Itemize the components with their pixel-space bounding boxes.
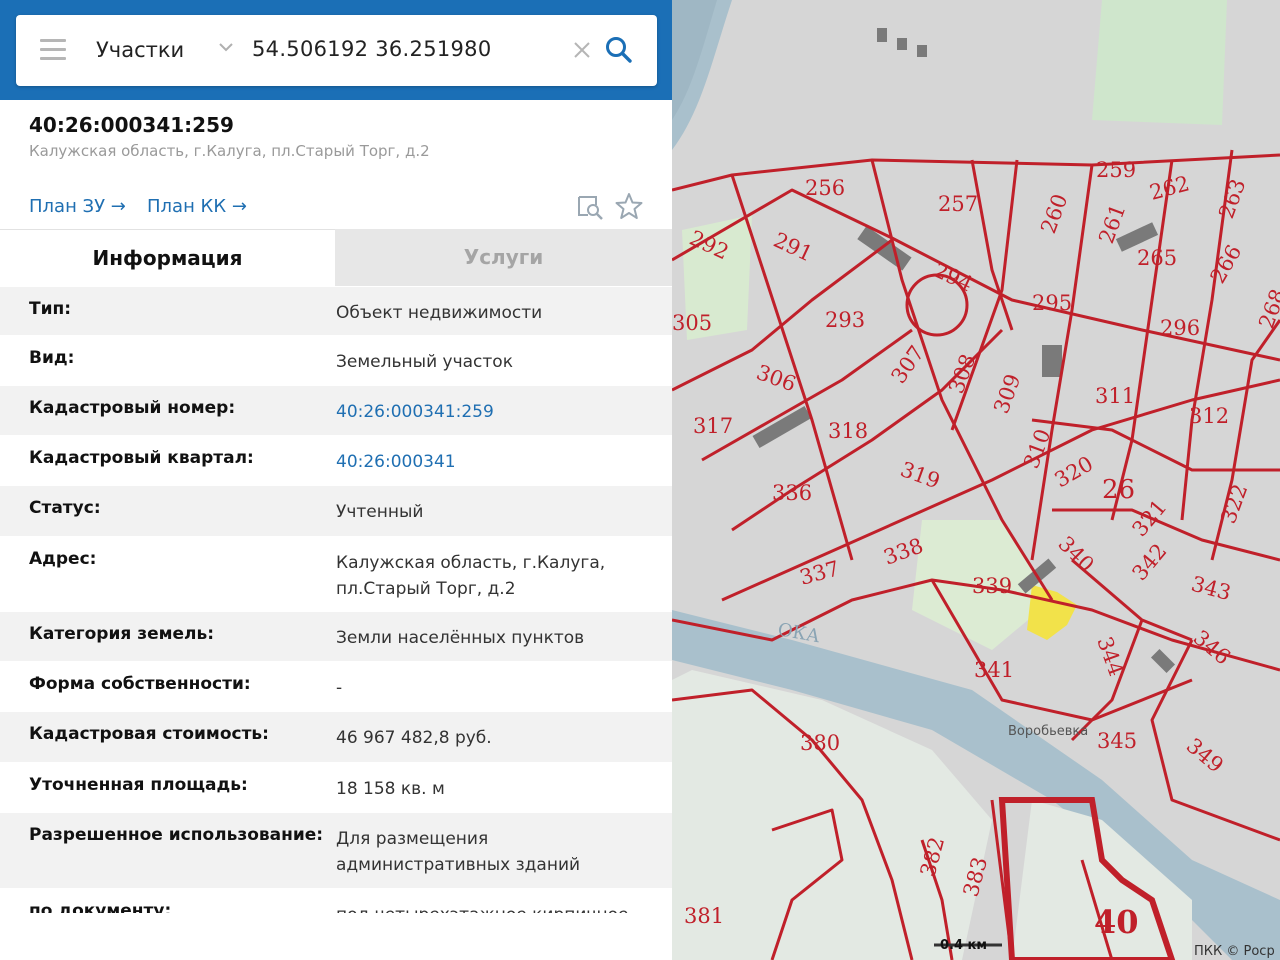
- plot-label[interactable]: 265: [1137, 246, 1177, 270]
- plot-label[interactable]: 345: [1097, 729, 1137, 753]
- row-value: Учтенный: [336, 502, 424, 522]
- row-value: 46 967 482,8 руб.: [336, 728, 492, 748]
- row-value: Земли населённых пунктов: [336, 628, 585, 648]
- row-label: Категория земель:: [29, 624, 215, 644]
- table-row: Разрешенное использование: Для размещения…: [0, 812, 672, 888]
- plot-label[interactable]: 257: [938, 192, 978, 216]
- cadastral-number-title: 40:26:000341:259: [29, 113, 234, 137]
- row-label: Форма собственности:: [29, 674, 251, 694]
- table-row: Кадастровая стоимость: 46 967 482,8 руб.: [0, 711, 672, 762]
- scale-label: 0.4 км: [940, 938, 987, 953]
- table-row: Форма собственности: -: [0, 661, 672, 711]
- row-value: Для размещения административных зданий: [336, 829, 581, 875]
- table-row: по документу: под четырехэтажное кирпично…: [0, 888, 672, 913]
- plot-label[interactable]: 380: [800, 731, 840, 755]
- attribute-table: Тип: Объект недвижимости Вид: Земельный уч…: [0, 286, 672, 913]
- table-row: Вид: Земельный участок: [0, 335, 672, 385]
- row-value: Калужская область, г.Калуга, пл.Старый Т…: [336, 553, 606, 599]
- object-address: Калужская область, г.Калуга, пл.Старый Т…: [29, 142, 430, 160]
- plot-label[interactable]: 341: [974, 658, 1014, 682]
- district-label: Воробьевка: [1008, 724, 1088, 739]
- row-label: Вид:: [29, 348, 75, 368]
- row-label: Кадастровый номер:: [29, 398, 236, 418]
- plot-label[interactable]: 318: [828, 419, 868, 443]
- cadastral-map[interactable]: 256 257 259 262 263 292 291 294 260 261 …: [672, 0, 1280, 960]
- table-row: Кадастровый квартал: 40:26:000341: [0, 435, 672, 485]
- table-row: Уточненная площадь: 18 158 кв. м: [0, 762, 672, 812]
- row-label: Уточненная площадь:: [29, 775, 248, 795]
- row-label: Разрешенное использование:: [29, 825, 324, 845]
- plot-label[interactable]: 295: [1032, 291, 1072, 315]
- plot-label[interactable]: 312: [1189, 404, 1229, 428]
- plot-label[interactable]: 293: [825, 308, 865, 332]
- row-value: Объект недвижимости: [336, 303, 543, 323]
- find-on-map-icon[interactable]: [576, 193, 604, 221]
- plot-label[interactable]: 311: [1095, 384, 1135, 408]
- chevron-down-icon[interactable]: [216, 37, 236, 57]
- hamburger-icon[interactable]: [40, 39, 66, 61]
- plot-label[interactable]: 381: [684, 904, 724, 928]
- table-row: Адрес: Калужская область, г.Калуга, пл.Ст…: [0, 536, 672, 611]
- tab-information[interactable]: Информация: [0, 229, 335, 287]
- search-input[interactable]: 54.506192 36.251980: [252, 37, 492, 61]
- plot-label[interactable]: 339: [972, 574, 1012, 598]
- plan-zu-link[interactable]: План ЗУ →: [29, 196, 126, 217]
- table-row: Кадастровый номер: 40:26:000341:259: [0, 385, 672, 435]
- search-bar-container: Участки 54.506192 36.251980: [0, 0, 672, 100]
- plot-label[interactable]: 40: [1094, 903, 1139, 941]
- plot-label[interactable]: 259: [1096, 158, 1136, 182]
- plot-label[interactable]: 317: [693, 414, 733, 438]
- row-label: Тип:: [29, 299, 72, 319]
- map-attribution: ПКК © Роср: [1194, 944, 1275, 959]
- row-label: Статус:: [29, 498, 101, 518]
- tab-bar: Информация Услуги: [0, 229, 672, 287]
- cadastral-number-link[interactable]: 40:26:000341:259: [336, 399, 656, 425]
- close-icon[interactable]: [571, 39, 593, 61]
- row-value: под четырехэтажное кирпичное: [336, 902, 656, 913]
- row-value: -: [336, 678, 343, 698]
- row-value: 18 158 кв. м: [336, 779, 445, 799]
- info-panel: Участки 54.506192 36.251980 40:26:000341…: [0, 0, 672, 960]
- search-icon[interactable]: [604, 35, 634, 65]
- table-row: Статус: Учтенный: [0, 485, 672, 536]
- search-mode-select[interactable]: Участки: [96, 38, 184, 62]
- plot-label[interactable]: 26: [1102, 475, 1135, 505]
- table-row: Категория земель: Земли населённых пункто…: [0, 611, 672, 661]
- star-icon[interactable]: [614, 191, 644, 221]
- plot-label[interactable]: 296: [1160, 316, 1200, 340]
- plot-label[interactable]: 305: [672, 311, 712, 335]
- table-row: Тип: Объект недвижимости: [0, 286, 672, 335]
- plot-label[interactable]: 256: [805, 176, 845, 200]
- search-box: Участки 54.506192 36.251980: [16, 15, 657, 86]
- plot-label[interactable]: 336: [772, 481, 812, 505]
- map-canvas[interactable]: 256 257 259 262 263 292 291 294 260 261 …: [672, 0, 1280, 960]
- row-value: Земельный участок: [336, 352, 513, 372]
- tab-services[interactable]: Услуги: [335, 229, 672, 286]
- row-label: Кадастровая стоимость:: [29, 724, 269, 744]
- row-label: Кадастровый квартал:: [29, 448, 254, 468]
- row-label: по документу:: [29, 901, 172, 913]
- cadastral-quarter-link[interactable]: 40:26:000341: [336, 449, 656, 475]
- row-label: Адрес:: [29, 549, 97, 569]
- plan-kk-link[interactable]: План КК →: [147, 196, 247, 217]
